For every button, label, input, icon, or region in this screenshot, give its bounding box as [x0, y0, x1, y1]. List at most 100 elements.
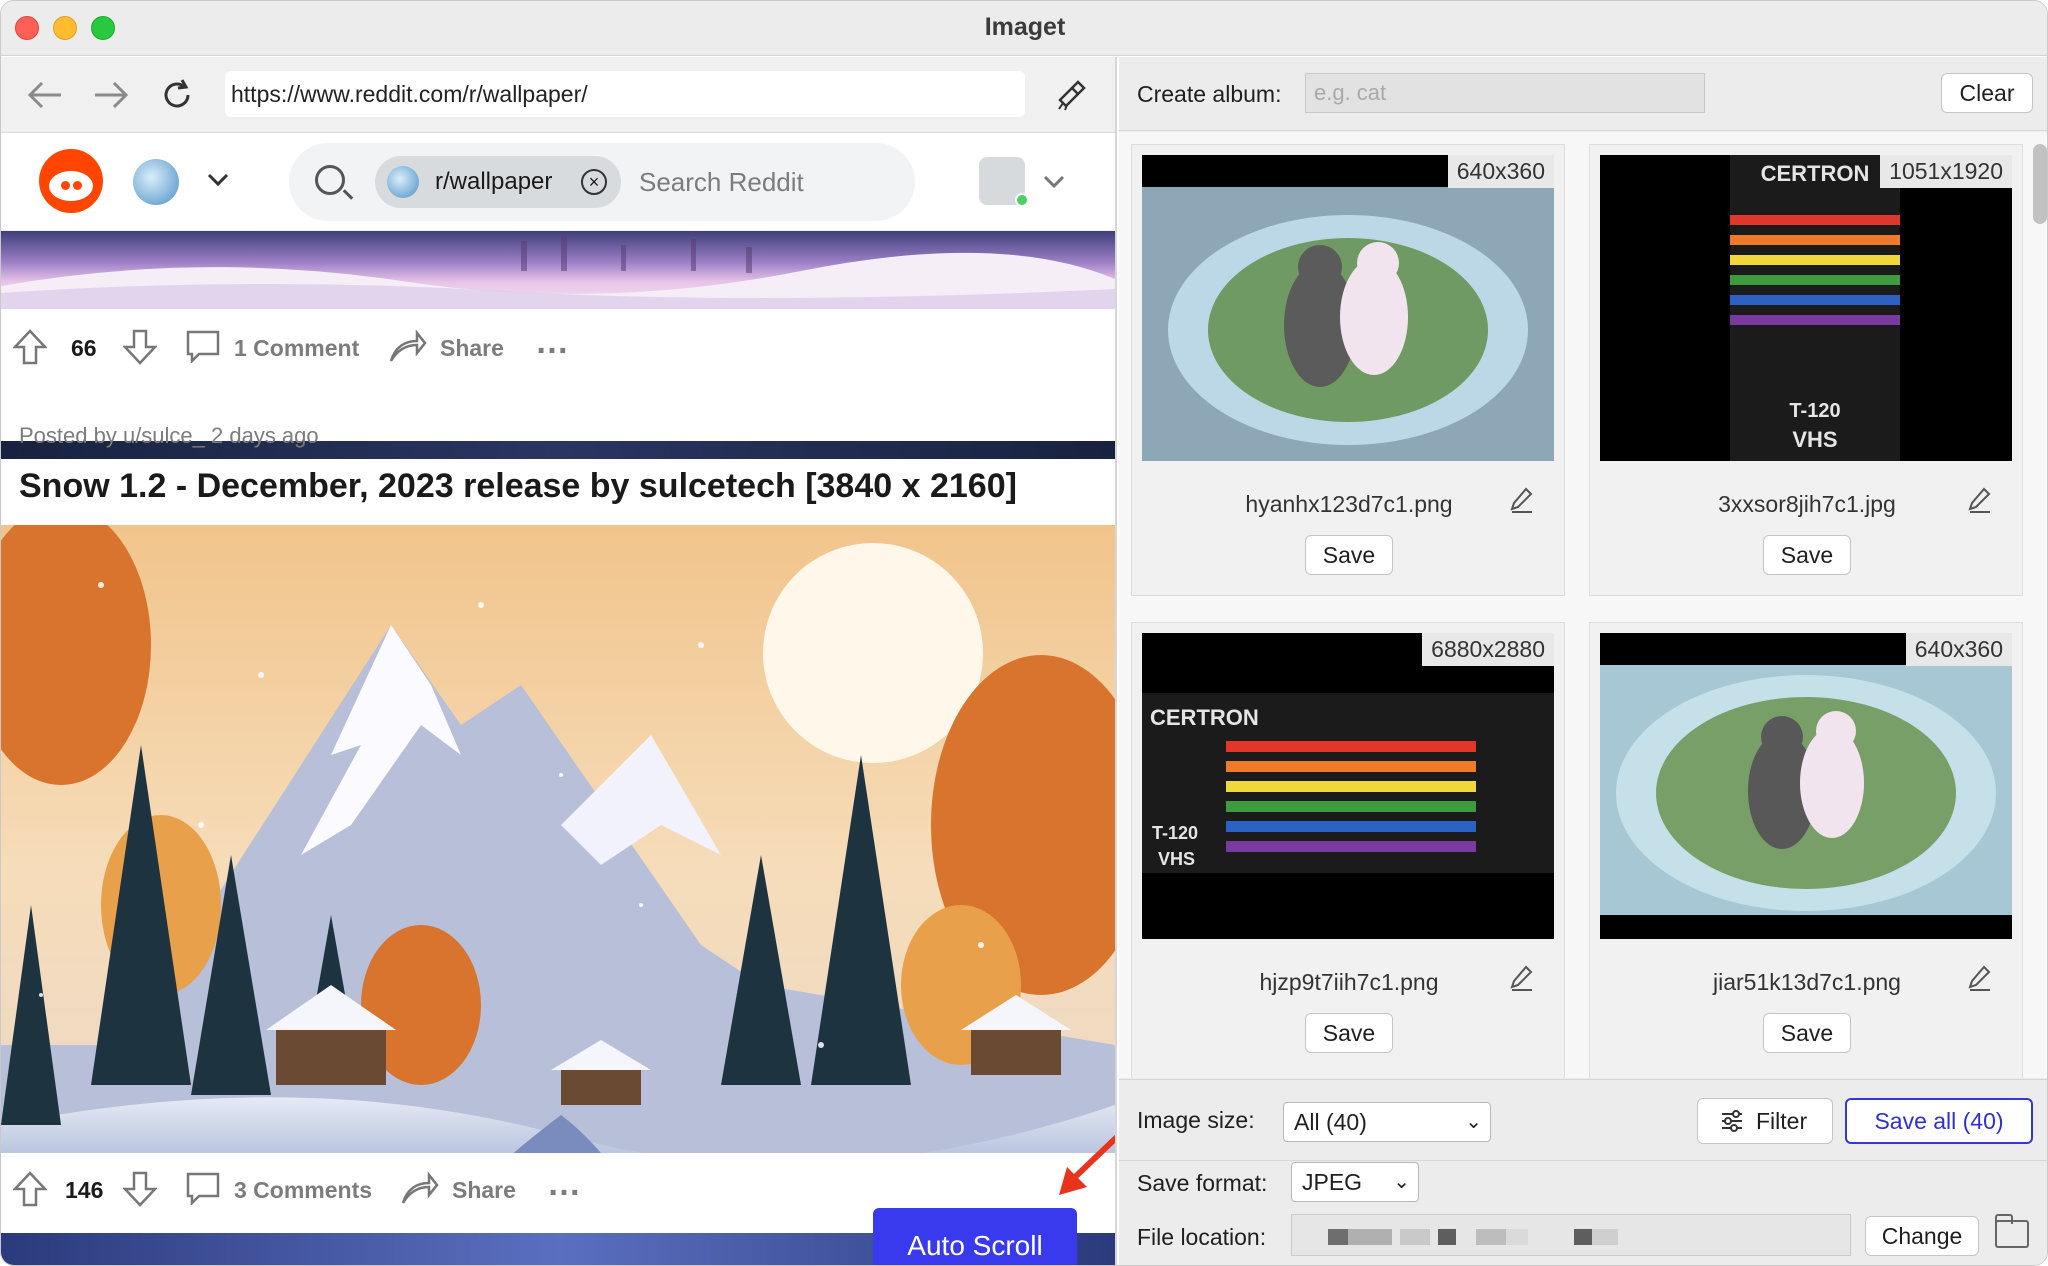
post-image-snowy-mountain[interactable] [1, 525, 1115, 1207]
post2-more-button[interactable]: … [547, 1165, 583, 1204]
filter-button[interactable]: Filter [1697, 1098, 1833, 1144]
pencil-icon[interactable] [1968, 965, 1992, 998]
file-location-label: File location: [1137, 1224, 1267, 1250]
search-placeholder: Search Reddit [639, 167, 804, 197]
chevron-down-icon: ⌄ [1393, 1171, 1410, 1193]
url-field[interactable]: https://www.reddit.com/r/wallpaper/ [225, 71, 1025, 117]
image-size-value: All (40) [1294, 1109, 1367, 1135]
reddit-header: r/wallpaper × Search Reddit [1, 133, 1115, 231]
file-location-field[interactable] [1291, 1214, 1851, 1256]
create-album-label: Create album: [1137, 81, 1282, 107]
folder-icon[interactable] [1995, 1214, 2029, 1248]
svg-text:T-120: T-120 [1152, 823, 1198, 843]
image-thumbnail-vhs-wide[interactable]: CERTRON T-120 VHS 6880x2880 [1142, 633, 1554, 939]
pencil-icon[interactable] [1510, 965, 1534, 998]
save-image-button[interactable]: Save [1763, 535, 1851, 575]
search-icon [315, 165, 345, 195]
image-thumbnail-cats[interactable]: 640x360 [1600, 633, 2012, 939]
post2-meta: Posted by u/sulce_ 2 days ago [19, 423, 319, 448]
post2-title[interactable]: Snow 1.2 - December, 2023 release by sul… [19, 467, 1017, 506]
browser-pane: https://www.reddit.com/r/wallpaper/ r/wa… [1, 57, 1117, 1265]
forward-arrow-icon[interactable] [91, 75, 131, 115]
change-location-button[interactable]: Change [1865, 1216, 1979, 1256]
filter-icon [1722, 1110, 1742, 1132]
post2-vote-count: 146 [65, 1177, 104, 1203]
image-grid-scrollbar[interactable] [2033, 144, 2047, 224]
share-icon[interactable] [389, 329, 427, 372]
red-pointer-arrow [1059, 1134, 1115, 1195]
image-card[interactable]: 640x360 hyanhx123d7c1.png Save [1131, 144, 1565, 596]
image-filename: 3xxsor8jih7c1.jpg [1718, 491, 1896, 517]
user-avatar[interactable] [979, 157, 1029, 207]
post-image-snowy-field[interactable] [1, 231, 1115, 309]
community-avatar[interactable] [133, 159, 179, 205]
subreddit-chip[interactable]: r/wallpaper × [375, 156, 621, 208]
app-window: Imaget https://www.reddit.com/r/wallpape… [0, 0, 2048, 1266]
svg-text:CERTRON: CERTRON [1150, 705, 1259, 730]
image-thumbnail-cats[interactable]: 640x360 [1142, 155, 1554, 461]
image-dimension-badge: 640x360 [1447, 155, 1554, 188]
imaget-panel: Create album: e.g. cat Clear 640x360 hya… [1119, 57, 2047, 1265]
clear-button[interactable]: Clear [1941, 73, 2033, 113]
image-dimension-badge: 6880x2880 [1422, 633, 1554, 666]
comment-icon[interactable] [185, 1171, 221, 1214]
chevron-down-icon: ⌄ [1465, 1111, 1482, 1133]
title-bar: Imaget [1, 1, 2047, 56]
save-format-label: Save format: [1137, 1170, 1268, 1196]
post1-vote-count: 66 [71, 335, 97, 361]
image-filename: hyanhx123d7c1.png [1245, 491, 1453, 517]
svg-text:VHS: VHS [1158, 849, 1195, 869]
subreddit-avatar [387, 166, 419, 198]
svg-text:CERTRON: CERTRON [1761, 161, 1870, 186]
image-card[interactable]: 640x360 jiar51k13d7c1.png Save [1589, 622, 2023, 1078]
save-image-button[interactable]: Save [1305, 1013, 1393, 1053]
downvote-icon[interactable] [122, 1171, 158, 1216]
upvote-icon[interactable] [12, 329, 48, 374]
pencil-icon[interactable] [1510, 487, 1534, 520]
album-bar: Create album: e.g. cat Clear [1119, 57, 2047, 131]
svg-text:T-120: T-120 [1789, 400, 1840, 422]
svg-text:VHS: VHS [1792, 427, 1837, 452]
image-filename: hjzp9t7iih7c1.png [1259, 969, 1439, 995]
back-arrow-icon[interactable] [25, 75, 65, 115]
user-menu-chevron-icon[interactable] [1043, 165, 1065, 196]
image-size-bar: Image size: All (40) ⌄ Filter Save all (… [1119, 1079, 2047, 1161]
image-size-select[interactable]: All (40) ⌄ [1283, 1102, 1491, 1142]
clear-subreddit-icon[interactable]: × [581, 169, 607, 195]
pencil-icon[interactable] [1968, 487, 1992, 520]
post1-comments-button[interactable]: 1 Comment [234, 335, 359, 362]
album-name-input[interactable]: e.g. cat [1305, 73, 1705, 113]
post1-action-bar: 66 1 Comment Share … [1, 311, 1115, 391]
broom-icon[interactable] [1051, 75, 1091, 115]
save-image-button[interactable]: Save [1305, 535, 1393, 575]
upvote-icon[interactable] [12, 1171, 48, 1216]
post2-share-button[interactable]: Share [452, 1177, 516, 1204]
reload-icon[interactable] [157, 75, 197, 115]
post1-share-button[interactable]: Share [440, 335, 504, 362]
image-filename: jiar51k13d7c1.png [1713, 969, 1901, 995]
image-dimension-badge: 1051x1920 [1880, 155, 2012, 188]
image-card[interactable]: CERTRON T-120 VHS 6880x2880 hjzp9t7iih7c… [1131, 622, 1565, 1078]
post1-more-button[interactable]: … [535, 323, 571, 362]
save-settings: Save format: JPEG ⌄ File location: Chang… [1119, 1162, 2047, 1265]
save-format-select[interactable]: JPEG ⌄ [1291, 1162, 1419, 1202]
image-dimension-badge: 640x360 [1905, 633, 2012, 666]
subreddit-chip-label: r/wallpaper [435, 168, 553, 195]
reddit-logo[interactable] [39, 149, 103, 213]
window-title: Imaget [984, 13, 1066, 41]
filter-button-label: Filter [1756, 1108, 1808, 1134]
reddit-search-bar[interactable]: r/wallpaper × Search Reddit [289, 143, 915, 221]
save-image-button[interactable]: Save [1763, 1013, 1851, 1053]
image-thumbnail-vhs-vertical[interactable]: CERTRON T-120 VHS 1051x1920 [1600, 155, 2012, 461]
chevron-down-icon[interactable] [207, 163, 229, 194]
comment-icon[interactable] [185, 329, 221, 372]
save-all-button[interactable]: Save all (40) [1845, 1098, 2033, 1144]
image-card[interactable]: CERTRON T-120 VHS 1051x1920 3xxsor8jih7c… [1589, 144, 2023, 596]
auto-scroll-button[interactable]: Auto Scroll [873, 1208, 1077, 1265]
online-indicator [1015, 193, 1029, 207]
share-icon[interactable] [401, 1171, 439, 1214]
browser-toolbar: https://www.reddit.com/r/wallpaper/ [1, 57, 1115, 133]
post2-comments-button[interactable]: 3 Comments [234, 1177, 372, 1204]
image-grid: 640x360 hyanhx123d7c1.png Save CERTRON T… [1119, 132, 2047, 1078]
downvote-icon[interactable] [122, 329, 158, 374]
